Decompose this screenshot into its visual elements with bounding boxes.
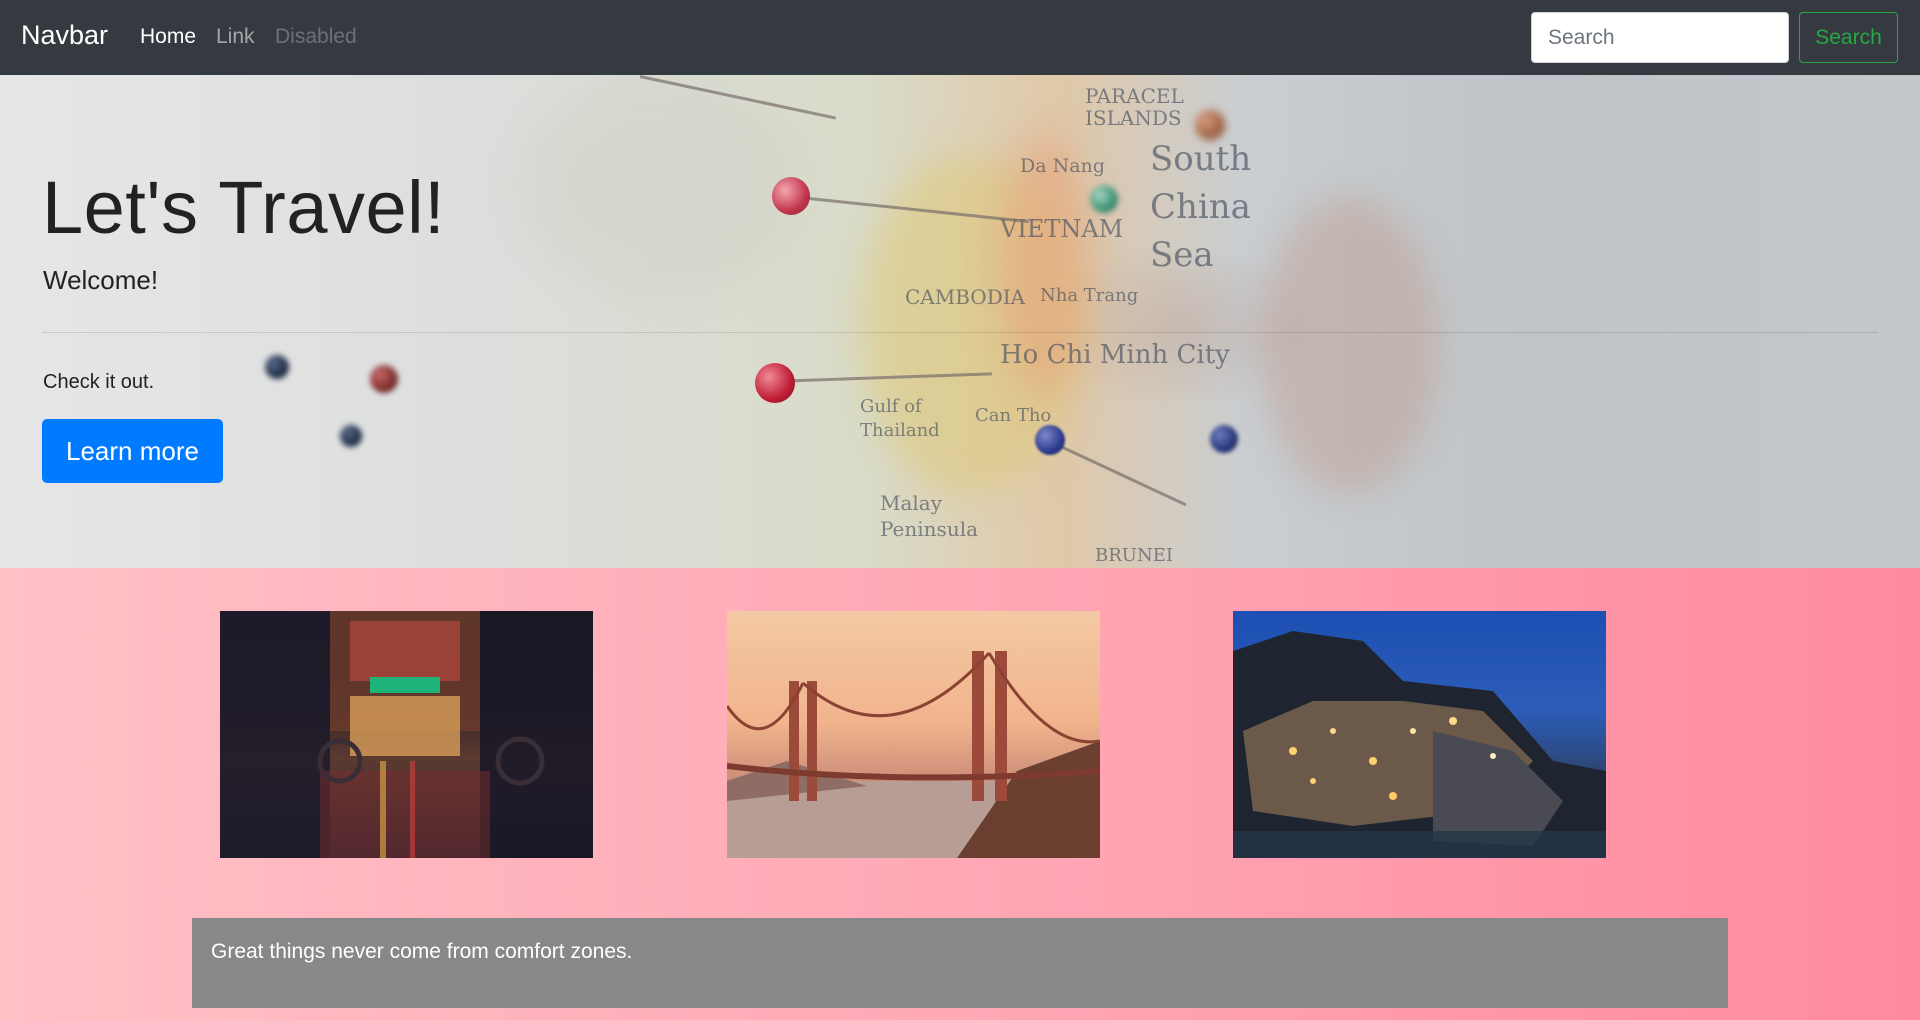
map-label: Ho Chi Minh City: [1000, 340, 1230, 370]
nav-link-disabled: Disabled: [275, 25, 357, 48]
map-label: Malay Peninsula: [880, 491, 979, 541]
search-button[interactable]: Search: [1799, 12, 1898, 63]
nav-link-link[interactable]: Link: [216, 25, 255, 49]
photo-cliffside-village: [1233, 611, 1606, 858]
map-label: Da Nang: [1020, 155, 1105, 177]
learn-more-button[interactable]: Learn more: [42, 419, 223, 483]
jumbotron-title: Let's Travel!: [42, 166, 446, 249]
map-pin-icon: [265, 355, 289, 379]
jumbotron-text: Check it out.: [43, 371, 155, 393]
map-label: Gulf of Thailand: [860, 396, 940, 441]
map-pin-icon: [1035, 425, 1065, 455]
map-label: Can Tho: [975, 405, 1052, 426]
quote-text: Great things never come from comfort zon…: [211, 940, 633, 963]
map-label: PARACEL ISLANDS: [1085, 84, 1184, 130]
navbar: Navbar Home Link Disabled Search: [0, 0, 1920, 75]
map-label: CAMBODIA: [905, 285, 1026, 309]
photo-night-street: [220, 611, 593, 858]
map-pin-icon: [1195, 110, 1225, 140]
map-pin-icon: [755, 363, 795, 403]
map-pin-icon: [1210, 425, 1238, 453]
nav-link-home[interactable]: Home: [140, 25, 196, 49]
search-input[interactable]: [1531, 12, 1789, 63]
photo-golden-gate-bridge: [727, 611, 1100, 858]
divider: [42, 332, 1878, 333]
map-pin-icon: [1090, 185, 1118, 213]
quote-box: Great things never come from comfort zon…: [192, 918, 1728, 1008]
map-label: South China Sea: [1150, 139, 1252, 275]
map-pin-icon: [340, 425, 362, 447]
navbar-brand[interactable]: Navbar: [21, 20, 108, 51]
jumbotron-hero: PARACEL ISLANDS Da Nang VIETNAM South Ch…: [0, 75, 1920, 568]
map-label: BRUNEI: [1095, 545, 1173, 566]
jumbotron-lead: Welcome!: [43, 265, 159, 295]
map-label: Nha Trang: [1040, 285, 1139, 306]
map-pin-icon: [772, 177, 810, 215]
map-pin-icon: [370, 365, 398, 393]
